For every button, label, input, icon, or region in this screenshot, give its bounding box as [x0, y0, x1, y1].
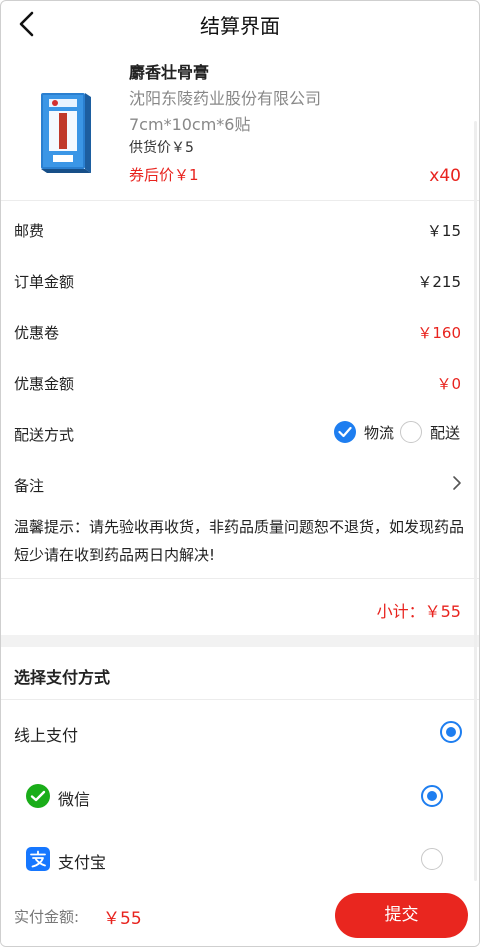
divider [1, 578, 479, 579]
online-pay-label[interactable]: 线上支付 [14, 722, 78, 746]
product-card[interactable]: 麝香壮骨膏 沈阳东陵药业股份有限公司 7cm*10cm*6贴 供货价￥5 券后价… [1, 51, 479, 201]
alipay-label[interactable]: 支付宝 [58, 849, 106, 873]
paid-amount-value: ￥55 [103, 909, 142, 929]
checkout-page: 结算界面 麝香壮骨膏 沈阳东陵药业股份有限公司 7cm*10cm*6贴 供货价￥… [0, 0, 480, 947]
wechat-radio[interactable] [421, 785, 443, 807]
product-name: 麝香壮骨膏 [129, 63, 210, 82]
payment-title: 选择支付方式 [14, 668, 111, 687]
alipay-radio[interactable] [421, 848, 443, 870]
wechat-label[interactable]: 微信 [58, 786, 90, 810]
product-spec: 7cm*10cm*6贴 [129, 115, 251, 134]
check-icon [338, 426, 352, 438]
paid-amount-label: 实付金额: [14, 908, 80, 926]
page-title: 结算界面 [200, 14, 280, 38]
order-amount-value: ￥215 [417, 273, 461, 291]
alipay-icon [26, 847, 50, 871]
product-quantity: x40 [429, 166, 461, 186]
remark-label: 备注 [14, 477, 45, 495]
warm-tip: 温馨提示：请先验收再收货，非药品质量问题恕不退货，如发现药品短少请在收到药品两日… [14, 518, 465, 564]
wechat-icon [26, 784, 50, 808]
logistics-label[interactable]: 物流 [364, 422, 394, 443]
postage-label: 邮费 [14, 222, 45, 240]
header: 结算界面 [1, 1, 479, 47]
discount-label: 优惠金额 [14, 375, 75, 393]
discount-row: 优惠金额 ￥0 [1, 356, 479, 407]
order-amount-label: 订单金额 [14, 273, 75, 291]
coupon-value: ￥160 [417, 324, 461, 342]
coupon-label: 优惠卷 [14, 324, 60, 342]
scrollbar[interactable] [474, 121, 477, 881]
product-image [41, 93, 91, 173]
delivery-label: 配送方式 [14, 426, 75, 444]
order-amount-row: 订单金额 ￥215 [1, 254, 479, 305]
product-company: 沈阳东陵药业股份有限公司 [129, 89, 322, 108]
coupon-price: 券后价￥1 [129, 166, 199, 184]
divider [1, 699, 479, 700]
footer-bar: 实付金额: ￥55 提交 [1, 883, 479, 946]
delivery-row: 配送方式 物流 配送 [1, 407, 479, 458]
logistics-radio[interactable] [334, 421, 356, 443]
postage-value: ￥15 [426, 222, 461, 240]
subtotal: 小计：￥55 [376, 602, 461, 621]
section-gap [1, 635, 479, 647]
delivery-radio[interactable] [400, 421, 422, 443]
chevron-right-icon [453, 476, 461, 490]
discount-value: ￥0 [436, 375, 461, 393]
supply-price: 供货价￥5 [129, 140, 194, 156]
postage-row: 邮费 ￥15 [1, 203, 479, 254]
submit-button[interactable]: 提交 [335, 893, 468, 938]
delivery-option-label[interactable]: 配送 [430, 422, 460, 443]
online-pay-radio[interactable] [440, 721, 462, 743]
remark-row[interactable]: 备注 [1, 458, 479, 509]
coupon-row[interactable]: 优惠卷 ￥160 [1, 305, 479, 356]
